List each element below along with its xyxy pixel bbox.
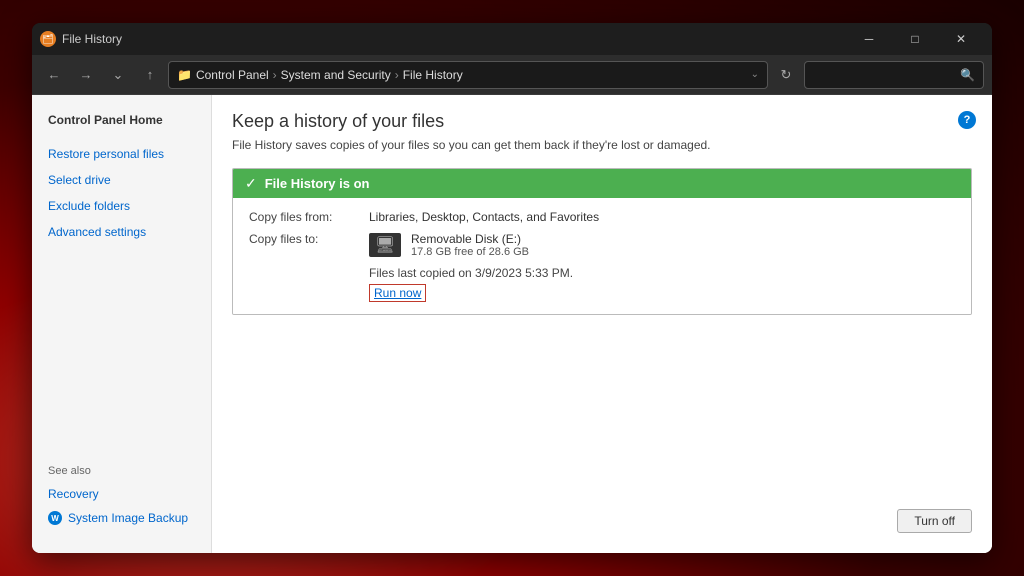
- maximize-button[interactable]: □: [892, 23, 938, 55]
- sidebar-item-control-panel-home[interactable]: Control Panel Home: [32, 107, 211, 133]
- breadcrumb-sep2: ›: [395, 68, 399, 82]
- folder-icon: 📁: [177, 68, 192, 82]
- status-check-icon: ✓: [245, 175, 257, 192]
- sidebar-item-recovery[interactable]: Recovery: [32, 481, 211, 507]
- sidebar-item-restore[interactable]: Restore personal files: [32, 141, 211, 167]
- file-history-status-box: ✓ File History is on Copy files from: Li…: [232, 168, 972, 315]
- titlebar: 🗂 File History ─ □ ✕: [32, 23, 992, 55]
- run-now-link[interactable]: Run now: [369, 284, 426, 302]
- breadcrumb-sep1: ›: [273, 68, 277, 82]
- file-history-window: 🗂 File History ─ □ ✕ ← → ⌄ ↑ 📁 Control P…: [32, 23, 992, 553]
- status-header: ✓ File History is on: [233, 169, 971, 198]
- copy-from-row: Copy files from: Libraries, Desktop, Con…: [249, 210, 955, 224]
- dropdown-button[interactable]: ⌄: [104, 61, 132, 89]
- close-button[interactable]: ✕: [938, 23, 984, 55]
- help-button[interactable]: ?: [958, 111, 976, 129]
- breadcrumb-part3: File History: [403, 68, 463, 82]
- turn-off-button[interactable]: Turn off: [897, 509, 972, 533]
- window-title: File History: [62, 32, 846, 46]
- sidebar: Control Panel Home Restore personal file…: [32, 95, 212, 553]
- last-copied-section: Files last copied on 3/9/2023 5:33 PM. R…: [249, 266, 955, 302]
- refresh-button[interactable]: ↻: [772, 61, 800, 89]
- copy-to-row: Copy files to: 🖥 Removable Disk (E:) 17.…: [249, 232, 955, 258]
- search-icon: 🔍: [960, 68, 975, 82]
- system-image-backup-icon: W: [48, 511, 62, 525]
- system-image-backup-label: System Image Backup: [68, 511, 188, 525]
- sidebar-item-select-drive[interactable]: Select drive: [32, 167, 211, 193]
- drive-details: Removable Disk (E:) 17.8 GB free of 28.6…: [411, 232, 529, 258]
- see-also-label: See also: [32, 449, 211, 481]
- back-button[interactable]: ←: [40, 61, 68, 89]
- sidebar-item-advanced-settings[interactable]: Advanced settings: [32, 219, 211, 245]
- status-body: Copy files from: Libraries, Desktop, Con…: [233, 198, 971, 314]
- up-button[interactable]: ↑: [136, 61, 164, 89]
- copy-from-value: Libraries, Desktop, Contacts, and Favori…: [369, 210, 599, 224]
- drive-info-row: 🖥 Removable Disk (E:) 17.8 GB free of 28…: [369, 232, 529, 258]
- app-icon: 🗂: [40, 31, 56, 47]
- window-controls: ─ □ ✕: [846, 23, 984, 55]
- forward-button[interactable]: →: [72, 61, 100, 89]
- content-area: Control Panel Home Restore personal file…: [32, 95, 992, 553]
- address-dropdown-icon: ⌄: [751, 69, 759, 80]
- minimize-button[interactable]: ─: [846, 23, 892, 55]
- address-box[interactable]: 📁 Control Panel › System and Security › …: [168, 61, 768, 89]
- status-text: File History is on: [265, 176, 370, 191]
- main-panel: ? Keep a history of your files File Hist…: [212, 95, 992, 553]
- page-title: Keep a history of your files: [232, 111, 972, 132]
- sidebar-item-exclude-folders[interactable]: Exclude folders: [32, 193, 211, 219]
- sidebar-item-system-image-backup[interactable]: W System Image Backup: [32, 507, 211, 529]
- last-copied-text: Files last copied on 3/9/2023 5:33 PM.: [369, 266, 955, 280]
- breadcrumb-part1: Control Panel: [196, 68, 269, 82]
- addressbar: ← → ⌄ ↑ 📁 Control Panel › System and Sec…: [32, 55, 992, 95]
- breadcrumb-part2: System and Security: [281, 68, 391, 82]
- drive-icon: 🖥: [369, 233, 401, 257]
- drive-size: 17.8 GB free of 28.6 GB: [411, 246, 529, 258]
- copy-from-label: Copy files from:: [249, 210, 369, 224]
- drive-name: Removable Disk (E:): [411, 232, 529, 246]
- copy-to-label: Copy files to:: [249, 232, 369, 246]
- page-subtitle: File History saves copies of your files …: [232, 138, 972, 152]
- search-box[interactable]: 🔍: [804, 61, 984, 89]
